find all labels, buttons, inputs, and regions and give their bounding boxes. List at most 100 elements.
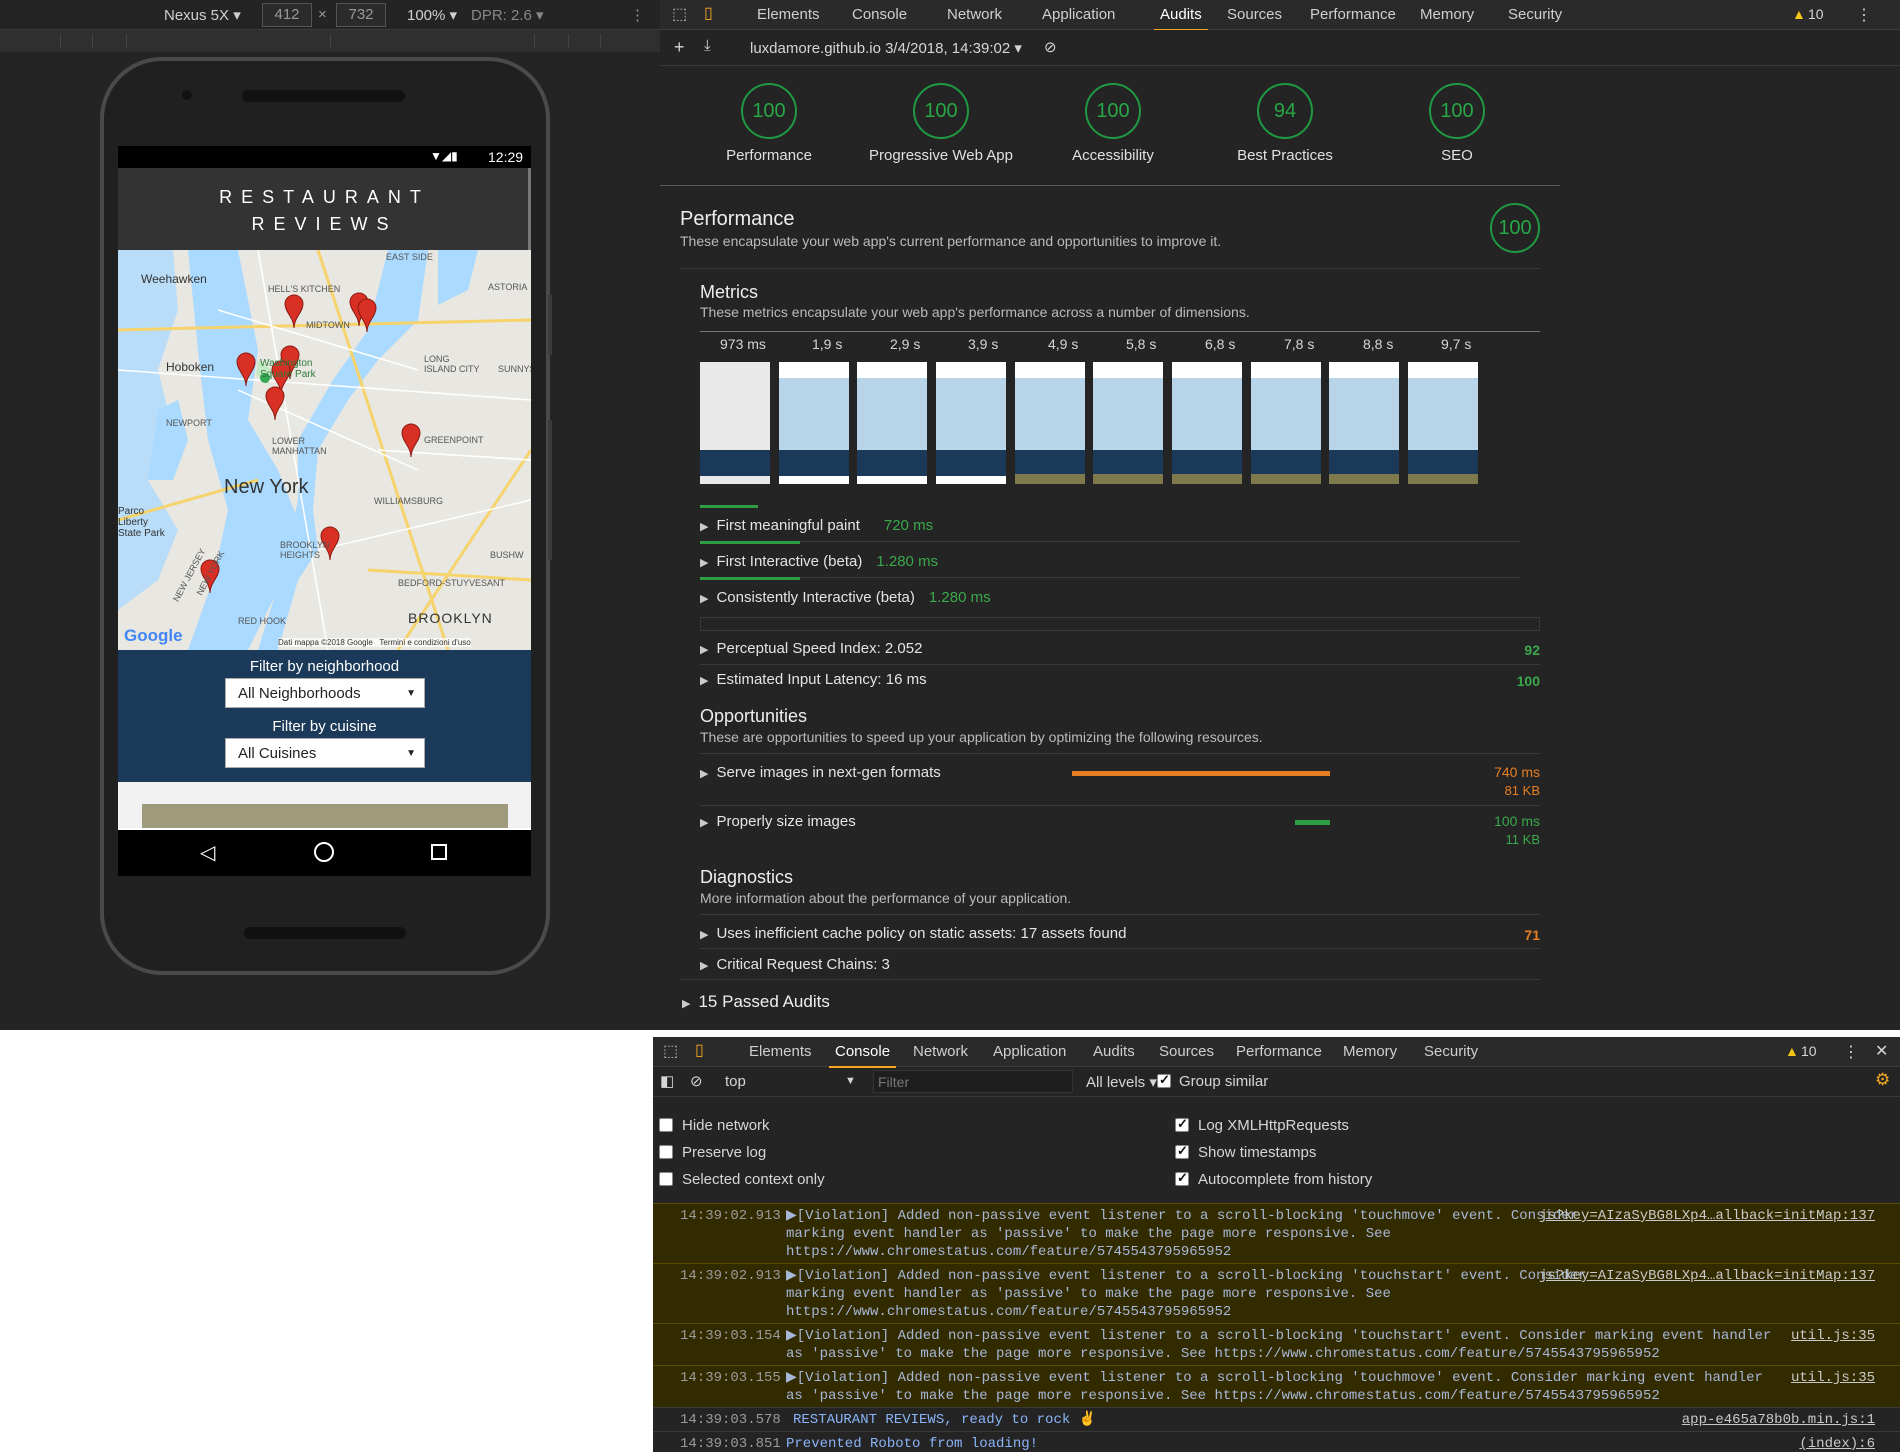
warning-icon[interactable]: ▲ (1785, 1043, 1799, 1059)
log-source-link[interactable]: app-e465a78b0b.min.js:1 (1682, 1411, 1875, 1429)
warning-count[interactable]: 10 (1808, 6, 1824, 22)
device-toggle-icon[interactable]: ▯ (695, 1040, 704, 1060)
filmstrip-frame[interactable] (779, 362, 849, 484)
tab-memory[interactable]: Memory (1420, 6, 1474, 23)
tab-security[interactable]: Security (1424, 1043, 1478, 1060)
filmstrip-frame[interactable] (700, 362, 770, 484)
preserve-log-checkbox[interactable] (659, 1145, 673, 1159)
dpr-select[interactable]: DPR: 2.6 ▾ (471, 6, 544, 24)
metric-row[interactable]: ▶ First Interactive (beta) 1.280 ms (700, 553, 938, 570)
filmstrip-frame[interactable] (1093, 362, 1163, 484)
console-message[interactable]: 14:39:03.578 RESTAURANT REVIEWS, ready t… (653, 1407, 1900, 1431)
sidebar-toggle-icon[interactable]: ◧ (660, 1072, 674, 1090)
filmstrip-frame[interactable] (1172, 362, 1242, 484)
google-logo[interactable]: Google (124, 626, 183, 646)
neighborhood-select[interactable]: All Neighborhoods ▼ (225, 678, 425, 708)
report-selector[interactable]: luxdamore.github.io 3/4/2018, 14:39:02 ▾ (750, 39, 1022, 57)
restaurant-image[interactable] (142, 804, 508, 828)
diagnostic-row[interactable]: ▶ Uses inefficient cache policy on static… (700, 925, 1126, 942)
tab-application[interactable]: Application (993, 1043, 1066, 1060)
more-options-icon[interactable]: ⋮ (1856, 5, 1872, 25)
inspect-icon[interactable]: ⬚ (672, 4, 687, 24)
console-message[interactable]: 14:39:03.155 ▶[Violation] Added non-pass… (653, 1365, 1900, 1407)
show-timestamps-checkbox[interactable] (1175, 1143, 1189, 1159)
tab-performance[interactable]: Performance (1236, 1043, 1322, 1060)
category-gauge[interactable]: 100 (1085, 83, 1141, 139)
gear-icon[interactable]: ⚙ (1875, 1070, 1890, 1090)
filmstrip-frame[interactable] (1015, 362, 1085, 484)
hide-network-checkbox[interactable] (659, 1118, 673, 1132)
width-field[interactable]: 412 (262, 3, 312, 27)
more-options-icon[interactable]: ⋮ (630, 6, 645, 24)
metric-row[interactable]: ▶ Consistently Interactive (beta) 1.280 ms (700, 589, 991, 606)
tab-application[interactable]: Application (1042, 6, 1115, 23)
filmstrip-frame[interactable] (1329, 362, 1399, 484)
category-gauge[interactable]: 94 (1257, 83, 1313, 139)
category-gauge[interactable]: 100 (913, 83, 969, 139)
back-icon[interactable]: ◁ (200, 840, 215, 865)
download-icon[interactable]: ⤓ (704, 37, 711, 54)
console-message[interactable]: 14:39:03.851 Prevented Roboto from loadi… (653, 1431, 1900, 1452)
selected-context-checkbox[interactable] (659, 1172, 673, 1186)
tab-sources[interactable]: Sources (1159, 1043, 1214, 1060)
tab-console[interactable]: Console (828, 1043, 897, 1068)
recents-icon[interactable] (431, 844, 447, 860)
warning-count[interactable]: 10 (1801, 1043, 1817, 1059)
app-header[interactable]: RESTAURANT REVIEWS (118, 168, 531, 250)
tab-elements[interactable]: Elements (757, 6, 820, 23)
map[interactable]: Weehawken HELL'S KITCHEN MIDTOWN EAST SI… (118, 250, 531, 650)
log-source-link[interactable]: js?key=AIzaSyBG8LXp4…allback=initMap:137 (1539, 1267, 1875, 1285)
tab-security[interactable]: Security (1508, 6, 1562, 23)
cuisine-select[interactable]: All Cuisines ▼ (225, 738, 425, 768)
diagnostic-row[interactable]: ▶ Critical Request Chains: 3 (700, 956, 890, 973)
scored-metric-row[interactable]: ▶ Estimated Input Latency: 16 ms (700, 671, 927, 688)
close-icon[interactable]: ✕ (1875, 1041, 1888, 1061)
console-message[interactable]: 14:39:02.913 ▶[Violation] Added non-pass… (653, 1203, 1900, 1263)
device-toggle-icon[interactable]: ▯ (704, 3, 713, 23)
group-similar-checkbox[interactable] (1157, 1072, 1171, 1088)
map-attribution[interactable]: Dati mappa ©2018 Google Termini e condiz… (278, 638, 471, 647)
log-source-link[interactable]: util.js:35 (1791, 1327, 1875, 1345)
filmstrip-frame[interactable] (1251, 362, 1321, 484)
log-source-link[interactable]: js?key=AIzaSyBG8LXp4…allback=initMap:137 (1539, 1207, 1875, 1225)
warning-icon[interactable]: ▲ (1792, 6, 1806, 22)
tab-console[interactable]: Console (852, 6, 907, 23)
context-select[interactable]: top ▼ (725, 1073, 856, 1090)
tab-network[interactable]: Network (947, 6, 1002, 23)
filmstrip-frame[interactable] (1408, 362, 1478, 484)
log-xhr-checkbox[interactable] (1175, 1116, 1189, 1132)
clear-icon[interactable]: ⊘ (1044, 38, 1057, 56)
opportunity-row[interactable]: ▶ Properly size images (700, 813, 856, 830)
tab-audits[interactable]: Audits (1093, 1043, 1135, 1060)
tab-elements[interactable]: Elements (749, 1043, 812, 1060)
console-message[interactable]: 14:39:03.154 ▶[Violation] Added non-pass… (653, 1323, 1900, 1365)
zoom-select[interactable]: 100% ▾ (407, 6, 457, 24)
autocomplete-label: Autocomplete from history (1198, 1171, 1373, 1188)
filmstrip-frame[interactable] (857, 362, 927, 484)
height-field[interactable]: 732 (336, 3, 386, 27)
clear-console-icon[interactable]: ⊘ (690, 1072, 703, 1090)
category-gauge[interactable]: 100 (741, 83, 797, 139)
autocomplete-checkbox[interactable] (1175, 1170, 1189, 1186)
tab-memory[interactable]: Memory (1343, 1043, 1397, 1060)
passed-audits-row[interactable]: ▶ 15 Passed Audits (682, 992, 830, 1012)
log-source-link[interactable]: util.js:35 (1791, 1369, 1875, 1387)
tab-network[interactable]: Network (913, 1043, 968, 1060)
new-audit-icon[interactable]: + (674, 37, 685, 58)
levels-select[interactable]: All levels ▾ (1086, 1073, 1157, 1091)
home-icon[interactable] (314, 842, 334, 862)
console-message[interactable]: 14:39:02.913 ▶[Violation] Added non-pass… (653, 1263, 1900, 1323)
device-select[interactable]: Nexus 5X ▾ (164, 6, 241, 24)
filmstrip-frame[interactable] (936, 362, 1006, 484)
tab-audits[interactable]: Audits (1154, 6, 1208, 31)
tab-performance[interactable]: Performance (1310, 6, 1396, 23)
opportunity-row[interactable]: ▶ Serve images in next-gen formats (700, 764, 941, 781)
inspect-icon[interactable]: ⬚ (663, 1041, 678, 1061)
log-source-link[interactable]: (index):6 (1799, 1435, 1875, 1452)
tab-sources[interactable]: Sources (1227, 6, 1282, 23)
metric-row[interactable]: ▶ First meaningful paint 720 ms (700, 517, 933, 534)
more-options-icon[interactable]: ⋮ (1843, 1042, 1859, 1062)
category-gauge[interactable]: 100 (1429, 83, 1485, 139)
scored-metric-row[interactable]: ▶ Perceptual Speed Index: 2.052 (700, 640, 922, 657)
filter-input[interactable]: Filter (873, 1070, 1073, 1093)
